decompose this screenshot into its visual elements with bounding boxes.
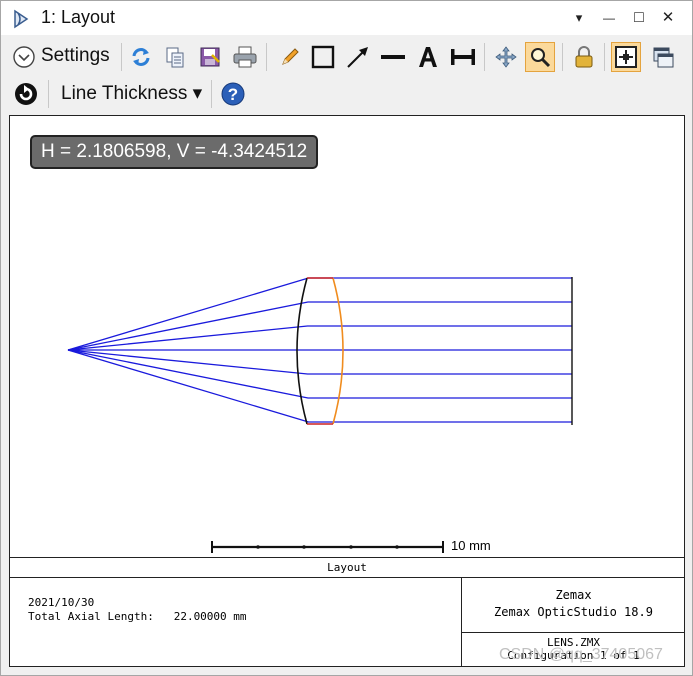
fit-icon	[615, 46, 637, 68]
copy-icon	[166, 47, 184, 68]
fit-view-button[interactable]	[611, 42, 641, 72]
save-button[interactable]	[195, 42, 225, 72]
lens-front-surface	[296, 277, 308, 425]
rectangle-icon	[311, 45, 335, 69]
lens-back-surface	[332, 277, 344, 425]
toolbar-separator	[484, 43, 485, 71]
app-icon	[14, 9, 29, 29]
draw-dimension-button[interactable]	[448, 42, 478, 72]
draw-pencil-button[interactable]	[275, 42, 305, 72]
toolbar-separator	[48, 80, 49, 108]
footer-info: 2021/10/30 Total Axial Length: 22.00000 …	[28, 596, 247, 624]
refresh-button[interactable]	[126, 42, 156, 72]
settings-button[interactable]: Settings	[41, 45, 110, 67]
toolbar-separator	[604, 43, 605, 71]
pan-button[interactable]	[491, 42, 521, 72]
help-glyph: ?	[228, 85, 238, 104]
ray-fan	[67, 277, 572, 423]
copy-button[interactable]	[160, 42, 190, 72]
toolbar-secondary: Line Thickness ▾ ?	[1, 76, 692, 112]
line-thickness-dropdown[interactable]: Line Thickness ▾	[61, 82, 202, 105]
dimension-icon	[451, 49, 475, 65]
refresh-icon	[132, 48, 150, 66]
layout-plot-area[interactable]: H = 2.1806598, V = -4.3424512 10 mm Layo…	[9, 115, 685, 667]
toolbar-separator	[211, 80, 212, 108]
toolbar-separator	[266, 43, 267, 71]
window-options-button[interactable]	[648, 42, 678, 72]
draw-line-button[interactable]	[378, 42, 408, 72]
lock-icon	[575, 46, 593, 68]
draw-rectangle-button[interactable]	[308, 42, 338, 72]
magnifier-icon	[531, 48, 551, 68]
help-icon: ?	[221, 82, 245, 106]
footer-company: Zemax	[555, 588, 592, 602]
maximize-button[interactable]: □	[628, 8, 650, 28]
window-icon	[653, 47, 674, 68]
help-button[interactable]: ?	[218, 79, 248, 109]
footer-date: 2021/10/30	[28, 596, 95, 609]
auto-update-icon	[15, 83, 37, 105]
ray-2	[67, 325, 572, 351]
draw-arrow-button[interactable]	[343, 42, 373, 72]
footer-title: Layout	[10, 558, 684, 578]
pencil-icon	[282, 48, 299, 65]
ray-0	[67, 277, 572, 351]
settings-toggle-button[interactable]	[9, 42, 39, 72]
footer-total-axial-length: Total Axial Length: 22.00000 mm	[28, 610, 247, 623]
window-title: 1: Layout	[41, 7, 116, 27]
scale-bar-label: 10 mm	[451, 538, 491, 553]
watermark: CSDN @qq_37405067	[499, 646, 663, 663]
chevron-circle-icon	[13, 46, 35, 68]
toolbar-separator	[562, 43, 563, 71]
auto-update-button[interactable]	[11, 79, 41, 109]
toolbar-separator	[121, 43, 122, 71]
draw-text-button[interactable]	[413, 42, 443, 72]
text-icon	[419, 47, 437, 67]
minimize-button[interactable]: —	[598, 8, 620, 28]
layout-window: 1: Layout ▾ — □ ✕ Settings Line Thicknes…	[0, 0, 693, 676]
zoom-button[interactable]	[525, 42, 555, 72]
lock-button[interactable]	[569, 42, 599, 72]
ray-4	[67, 349, 572, 375]
dropdown-menu-button[interactable]: ▾	[568, 8, 590, 28]
arrow-icon	[347, 47, 368, 68]
scale-bar	[211, 541, 444, 553]
title-bar[interactable]: 1: Layout ▾ — □ ✕	[1, 1, 692, 35]
pan-icon	[495, 46, 517, 68]
toolbar-primary: Settings	[1, 39, 692, 75]
cursor-coordinate-readout: H = 2.1806598, V = -4.3424512	[30, 135, 319, 169]
ray-6	[67, 349, 572, 423]
lens-layout-drawing	[67, 277, 573, 553]
footer-product: Zemax OpticStudio 18.9	[494, 605, 653, 619]
print-icon	[233, 46, 257, 68]
footer-company-block: Zemax Zemax OpticStudio 18.9	[462, 577, 685, 633]
print-button[interactable]	[230, 42, 260, 72]
save-icon	[200, 47, 220, 67]
line-icon	[381, 55, 405, 59]
close-button[interactable]: ✕	[657, 8, 679, 28]
